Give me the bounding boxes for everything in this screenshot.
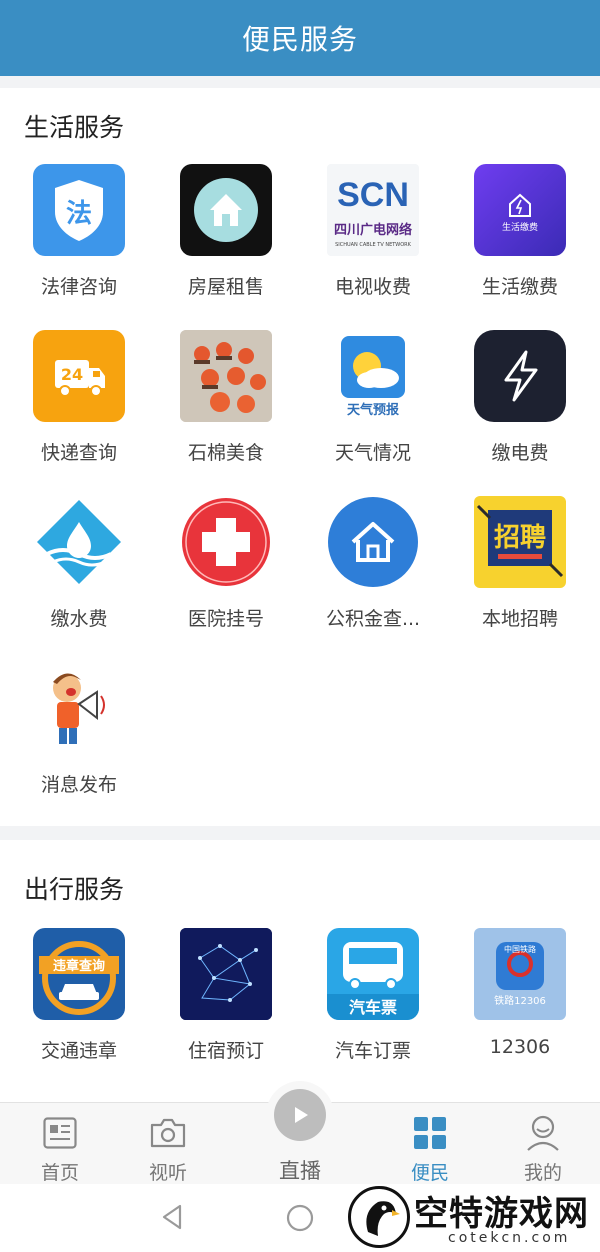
scn-logo-text: SCN (337, 176, 409, 214)
page-title: 便民服务 (241, 23, 358, 56)
header-bar: 便民服务 (0, 0, 600, 76)
railway-inner-text: 中国铁路 (504, 944, 536, 954)
back-icon[interactable] (158, 1202, 186, 1236)
service-food[interactable]: 石棉美食 (148, 330, 295, 495)
scn-logo-sub: 四川广电网络 (334, 222, 412, 238)
service-label: 消息发布 (40, 774, 117, 796)
section-title: 生活服务 (24, 113, 125, 142)
recruit-icon: 招聘 (474, 496, 566, 588)
weather-icon: 天气预报 (327, 330, 419, 422)
service-label: 房屋租售 (187, 276, 264, 298)
service-hospital[interactable]: 医院挂号 (148, 496, 295, 661)
tab-convenience[interactable]: 便民 (370, 1103, 490, 1185)
water-drop-icon (33, 496, 125, 588)
service-tv[interactable]: SCN 四川广电网络 SICHUAN CABLE TV NETWORK 电视收费 (295, 164, 442, 329)
service-electricity[interactable]: 缴电费 (442, 330, 589, 495)
service-label: 缴电费 (491, 442, 549, 464)
bus-icon: 汽车票 (327, 928, 419, 1020)
user-icon (523, 1113, 563, 1153)
watermark-title: 空特游戏网 (414, 1194, 589, 1234)
service-label: 12306 (489, 1036, 551, 1058)
service-label: 医院挂号 (187, 608, 264, 630)
bottom-tab-bar: 首页 视听 直播 便民 我的 (0, 1081, 600, 1185)
service-label: 本地招聘 (481, 608, 558, 630)
service-traffic[interactable]: 违章查询 交通违章 (1, 928, 148, 1093)
service-water[interactable]: 缴水费 (1, 496, 148, 661)
page: 便民服务 生活服务 法 法律咨询 房屋租售 SCN 四川广电网络 SICHUAN… (0, 0, 600, 1252)
tab-label: 便民 (410, 1162, 449, 1184)
bus-inner-text: 汽车票 (349, 998, 397, 1017)
watermark-logo (348, 1186, 410, 1248)
tab-label: 首页 (40, 1162, 79, 1184)
service-life-pay[interactable]: 生活缴费 生活缴费 (442, 164, 589, 329)
scn-tv-logo: SCN 四川广电网络 SICHUAN CABLE TV NETWORK (327, 164, 419, 256)
watermark-sub: cotekcn.com (448, 1230, 571, 1246)
home-circle-icon[interactable] (286, 1204, 314, 1236)
lodging-network-icon (180, 928, 272, 1020)
tab-mine[interactable]: 我的 (483, 1103, 600, 1185)
camera-icon (148, 1113, 188, 1153)
megaphone-boy-icon (33, 662, 125, 754)
grid-icon (410, 1113, 450, 1153)
food-photo (180, 330, 272, 422)
service-bus[interactable]: 汽车票 汽车订票 (295, 928, 442, 1093)
service-label: 天气情况 (334, 442, 411, 464)
service-weather[interactable]: 天气预报 天气情况 (295, 330, 442, 495)
section-title: 出行服务 (24, 875, 125, 904)
news-icon (40, 1113, 80, 1153)
service-label: 快递查询 (40, 442, 117, 464)
service-label: 汽车订票 (334, 1040, 411, 1062)
service-railway[interactable]: 中国铁路 铁路12306 12306 (442, 928, 589, 1093)
service-label: 电视收费 (334, 276, 411, 298)
service-express[interactable]: 24 快递查询 (1, 330, 148, 495)
life-pay-icon: 生活缴费 (474, 164, 566, 256)
house-icon (180, 164, 272, 256)
tab-home[interactable]: 首页 (0, 1103, 120, 1185)
weather-inner-text: 天气预报 (347, 402, 400, 418)
law-badge-icon: 法 (33, 164, 125, 256)
lightning-icon (474, 330, 566, 422)
delivery-truck-icon: 24 (33, 330, 125, 422)
service-label: 法律咨询 (40, 276, 117, 298)
service-label: 住宿预订 (187, 1040, 264, 1062)
traffic-violation-icon: 违章查询 (33, 928, 125, 1020)
express-badge-text: 24 (61, 365, 83, 384)
service-label: 生活缴费 (481, 276, 558, 298)
home-fund-icon (327, 496, 419, 588)
scn-logo-en: SICHUAN CABLE TV NETWORK (335, 242, 412, 248)
tab-label: 我的 (523, 1162, 562, 1184)
law-badge-text: 法 (66, 199, 92, 229)
traffic-inner-text: 违章查询 (53, 958, 105, 974)
hospital-cross-icon (180, 496, 272, 588)
life-services-section: 生活服务 法 法律咨询 房屋租售 SCN 四川广电网络 SICHUAN CABL… (0, 88, 600, 826)
service-label: 交通违章 (40, 1040, 117, 1062)
play-icon (274, 1089, 326, 1141)
service-recruit[interactable]: 招聘 本地招聘 (442, 496, 589, 661)
tab-live-button[interactable] (266, 1081, 334, 1149)
service-label: 公积金查... (325, 608, 421, 630)
tab-audio-video[interactable]: 视听 (108, 1103, 228, 1185)
service-message[interactable]: 消息发布 (1, 662, 148, 827)
service-label: 缴水费 (50, 608, 108, 630)
tab-label: 视听 (148, 1162, 187, 1184)
service-label: 石棉美食 (187, 442, 264, 464)
service-house[interactable]: 房屋租售 (148, 164, 295, 329)
recruit-inner-text: 招聘 (494, 523, 546, 553)
service-law[interactable]: 法 法律咨询 (1, 164, 148, 329)
service-lodging[interactable]: 住宿预订 (148, 928, 295, 1093)
service-housing-fund[interactable]: 公积金查... (295, 496, 442, 661)
railway-inner-sub: 铁路12306 (494, 994, 546, 1007)
tab-live-label[interactable]: 直播 (240, 1155, 360, 1185)
watermark: 空特游戏网 cotekcn.com (348, 1186, 600, 1252)
railway-icon: 中国铁路 铁路12306 (474, 928, 566, 1020)
life-pay-text: 生活缴费 (502, 221, 538, 233)
